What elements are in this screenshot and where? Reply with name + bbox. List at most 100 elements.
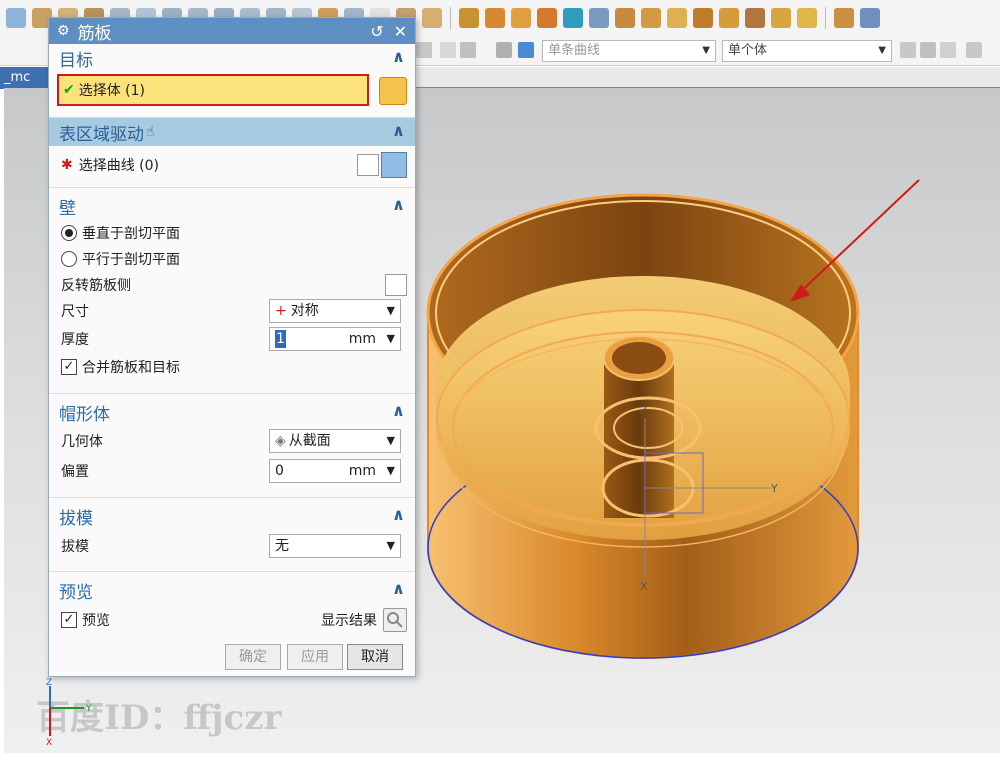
section-draft-header[interactable]: 拔模 ∧ [49, 502, 415, 530]
cube-icon[interactable] [6, 8, 26, 28]
apply-button[interactable]: 应用 [287, 644, 343, 670]
section-wall-header[interactable]: 壁 ∧ [49, 192, 415, 220]
sweep-icon[interactable] [459, 8, 479, 28]
assembly-icon[interactable] [834, 8, 854, 28]
offset-icon[interactable] [667, 8, 687, 28]
snap-end-icon[interactable] [920, 42, 936, 58]
section-target: 目标 ∧ ✔ 选择体 (1) [49, 44, 415, 118]
thickness-input[interactable]: 1 mm ▼ [269, 327, 401, 351]
label-icon[interactable] [797, 8, 817, 28]
axis-z-label: Z [640, 404, 648, 417]
gear-icon[interactable]: ⚙ [57, 23, 70, 39]
reset-icon[interactable]: ↺ [370, 22, 383, 41]
preview-row: ✓ 预览 显示结果 [49, 604, 415, 636]
thicken-icon[interactable] [693, 8, 713, 28]
offset-row: 偏置 0 mm ▼ [49, 456, 415, 486]
cancel-button[interactable]: 取消 [347, 644, 403, 670]
draft-select[interactable]: 无 ▼ [269, 534, 401, 558]
chevron-down-icon[interactable]: ▼ [387, 328, 395, 350]
chevron-up-icon[interactable]: ∧ [392, 505, 405, 524]
checkbox-preview[interactable]: ✓ [61, 612, 77, 628]
select-curve-row[interactable]: ✱ 选择曲线 (0) [49, 146, 415, 184]
size-select[interactable]: + 对称 ▼ [269, 299, 401, 323]
sew-icon[interactable] [719, 8, 739, 28]
datum-icon[interactable] [537, 8, 557, 28]
toolbar-separator [825, 7, 826, 29]
reverse-direction-button[interactable] [385, 274, 407, 296]
patch-icon[interactable] [745, 8, 765, 28]
chevron-up-icon[interactable]: ∧ [392, 195, 405, 214]
mirror-icon[interactable] [589, 8, 609, 28]
ok-button[interactable]: 确定 [225, 644, 281, 670]
chevron-up-icon[interactable]: ∧ [392, 121, 405, 140]
combine-row[interactable]: ✓ 合并筋板和目标 [49, 354, 415, 380]
section-draft: 拔模 ∧ 拔模 无 ▼ [49, 502, 415, 572]
show-result-label: 显示结果 [321, 613, 377, 629]
radio-perpendicular[interactable] [61, 225, 77, 241]
body-rule-select[interactable]: 单个体 ▼ [722, 40, 892, 62]
annotation-arrow [795, 179, 920, 297]
hand-cursor-icon: ☝ [146, 124, 155, 140]
flag-icon[interactable] [771, 8, 791, 28]
trim-icon[interactable] [615, 8, 635, 28]
snap-mid-icon[interactable] [940, 42, 956, 58]
required-asterisk-icon: ✱ [61, 157, 73, 173]
tube-icon[interactable] [485, 8, 505, 28]
center-boss[interactable] [604, 358, 674, 518]
check-icon: ✔ [63, 82, 75, 98]
plus-icon: + [275, 303, 287, 319]
curve-rule-select[interactable]: 单条曲线 ▼ [542, 40, 716, 62]
thickness-row: 厚度 1 mm ▼ [49, 324, 415, 354]
select-body-field[interactable]: ✔ 选择体 (1) [57, 74, 369, 106]
svg-text:Y: Y [85, 704, 92, 714]
body-filter-icon[interactable] [518, 42, 534, 58]
section-wall: 壁 ∧ 垂直于剖切平面 平行于剖切平面 反转筋板侧 尺寸 +对称 ▼ 厚度 1 [49, 192, 415, 394]
dialog-button-row: 确定 应用 取消 [49, 636, 415, 676]
geometry-row: 几何体 ◈ 从截面 ▼ [49, 426, 415, 456]
section-target-header[interactable]: 目标 ∧ [49, 44, 415, 72]
show-result-button[interactable] [383, 608, 407, 632]
section-region: 表区域驱动 ☝ ∧ ✱ 选择曲线 (0) [49, 118, 415, 188]
section-preview-header[interactable]: 预览 ∧ [49, 576, 415, 604]
axis-y-label: Y [770, 482, 778, 495]
section-cap-header[interactable]: 帽形体 ∧ [49, 398, 415, 426]
points-icon[interactable] [511, 8, 531, 28]
perpendicular-option[interactable]: 垂直于剖切平面 [49, 220, 415, 246]
select-body-cube-button[interactable] [379, 77, 407, 105]
axis-x-label: X [640, 580, 648, 593]
snap-more-icon[interactable] [966, 42, 982, 58]
select-body-row: ✔ 选择体 (1) [49, 72, 415, 112]
radio-parallel[interactable] [61, 251, 77, 267]
rib-dialog: ⚙ 筋板 ↺ ✕ 目标 ∧ ✔ 选择体 (1) 表区域驱动 ☝ ∧ ✱ 选择曲线 [48, 17, 416, 677]
offset-input[interactable]: 0 mm ▼ [269, 459, 401, 483]
chevron-up-icon[interactable]: ∧ [392, 579, 405, 598]
chevron-down-icon[interactable]: ▼ [387, 460, 395, 482]
select-icon[interactable] [440, 42, 456, 58]
section-icon: ◈ [275, 433, 286, 449]
snap-point-icon[interactable] [900, 42, 916, 58]
dialog-title-bar[interactable]: ⚙ 筋板 ↺ ✕ [49, 18, 415, 44]
section-region-header[interactable]: 表区域驱动 ☝ ∧ [49, 118, 415, 146]
chevron-up-icon[interactable]: ∧ [392, 401, 405, 420]
toolbar-separator [450, 7, 451, 29]
filter-icon[interactable] [416, 42, 432, 58]
sketch-section-button[interactable] [357, 154, 379, 176]
split-icon[interactable] [641, 8, 661, 28]
geometry-select[interactable]: ◈ 从截面 ▼ [269, 429, 401, 453]
chevron-down-icon: ▼ [878, 45, 886, 56]
csys-icon[interactable] [563, 8, 583, 28]
chevron-down-icon: ▼ [386, 539, 395, 552]
dialog-title: 筋板 [77, 23, 112, 44]
snap-icon[interactable] [496, 42, 512, 58]
box-select-icon[interactable] [460, 42, 476, 58]
close-icon[interactable]: ✕ [394, 22, 407, 41]
chevron-up-icon[interactable]: ∧ [392, 47, 405, 66]
part-icon[interactable] [860, 8, 880, 28]
curve-select-button[interactable] [381, 152, 407, 178]
size-row: 尺寸 + 对称 ▼ [49, 298, 415, 324]
checkbox-combine[interactable]: ✓ [61, 359, 77, 375]
pattern-icon[interactable] [422, 8, 442, 28]
view-triad: Z Y X [46, 678, 92, 746]
chevron-down-icon: ▼ [386, 304, 395, 317]
parallel-option[interactable]: 平行于剖切平面 [49, 246, 415, 272]
